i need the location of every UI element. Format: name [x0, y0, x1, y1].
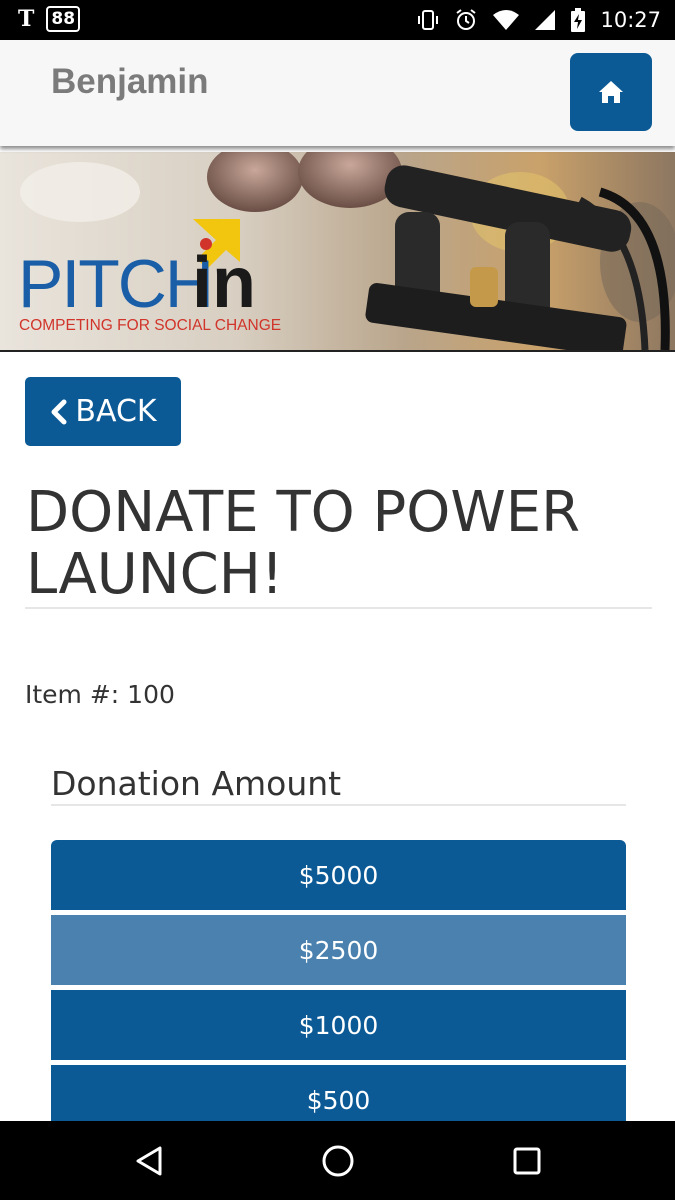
home-icon	[599, 81, 623, 103]
nav-recents-button[interactable]	[487, 1121, 567, 1200]
wifi-icon	[493, 10, 520, 30]
alarm-icon	[456, 9, 477, 30]
recents-square-icon	[513, 1147, 541, 1174]
logo-text-main: PITCH	[18, 246, 212, 322]
banner-photo: PITCH in COMPETING FOR SOCIAL CHANGE	[0, 152, 675, 350]
nav-back-button[interactable]	[109, 1121, 189, 1200]
back-button[interactable]: BACK	[25, 377, 181, 446]
status-bar: T 88 10:27	[0, 0, 675, 40]
system-nav-bar	[0, 1121, 675, 1200]
home-button[interactable]	[570, 53, 652, 131]
amount-option-2500[interactable]: $2500	[51, 915, 626, 985]
amount-option-1000[interactable]: $1000	[51, 990, 626, 1060]
banner-image: PITCH in COMPETING FOR SOCIAL CHANGE	[0, 152, 675, 352]
notification-badge: 88	[46, 6, 81, 32]
user-name: Benjamin	[51, 62, 209, 101]
chevron-left-icon	[51, 399, 67, 424]
amount-option-5000[interactable]: $5000	[51, 840, 626, 910]
title-divider	[25, 607, 652, 609]
back-button-label: BACK	[75, 394, 157, 429]
donation-divider	[51, 804, 626, 806]
app-header: Benjamin	[0, 40, 675, 146]
page-title: DONATE TO POWER LAUNCH!	[26, 480, 581, 607]
signal-icon	[535, 10, 556, 30]
vibrate-icon	[418, 10, 439, 30]
donation-amount-list: $5000 $2500 $1000 $500	[51, 840, 626, 1140]
back-triangle-icon	[136, 1146, 162, 1175]
logo-text-in: in	[192, 243, 256, 323]
battery-charging-icon	[571, 8, 586, 32]
nav-home-button[interactable]	[298, 1121, 378, 1200]
item-number: Item #: 100	[25, 680, 175, 709]
status-time: 10:27	[600, 8, 661, 32]
logo-tagline: COMPETING FOR SOCIAL CHANGE	[19, 317, 281, 334]
donation-amount-label: Donation Amount	[51, 764, 342, 803]
carrier-icon: T	[18, 6, 35, 32]
home-circle-icon	[322, 1145, 354, 1176]
